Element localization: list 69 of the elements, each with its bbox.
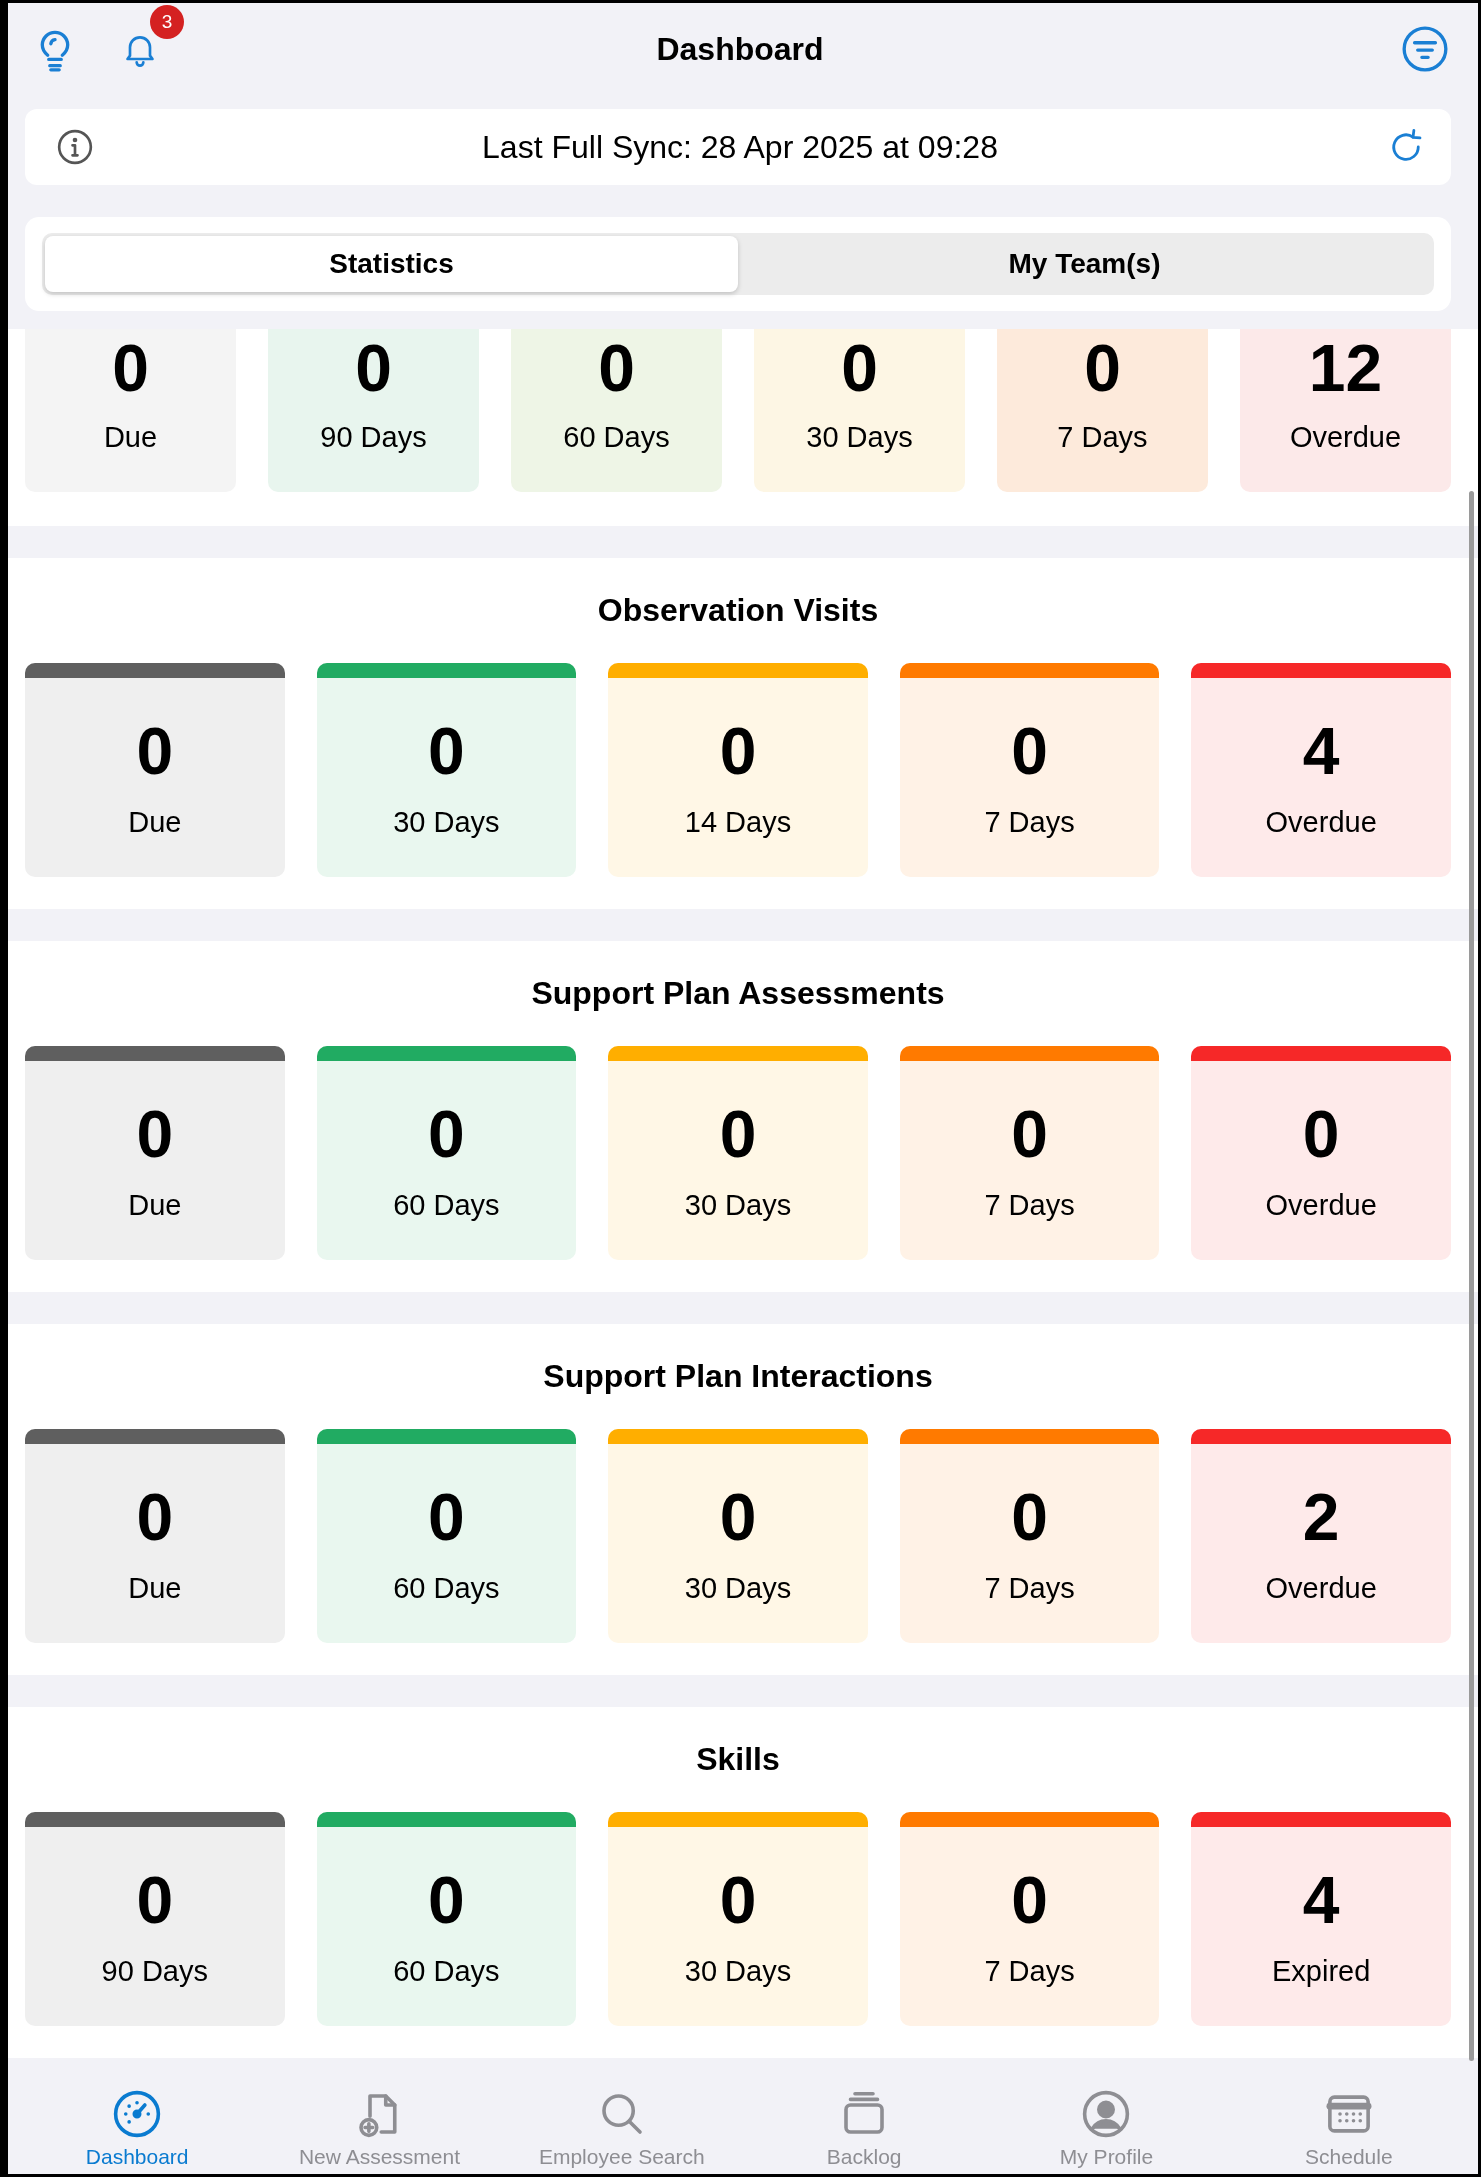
count-value: 0: [841, 331, 878, 405]
count-value: 0: [355, 331, 392, 405]
section-title: Support Plan Interactions: [542, 1357, 934, 1396]
count-label: Overdue: [1265, 806, 1377, 839]
count-label: 7 Days: [984, 1189, 1075, 1222]
count-value: 4: [1302, 1863, 1340, 1937]
count-label: 60 Days: [563, 421, 670, 454]
count-value: 0: [719, 1863, 757, 1937]
count-value: 0: [598, 331, 635, 405]
count-label: 7 Days: [984, 806, 1075, 839]
count-label: Due: [128, 1572, 182, 1605]
count-label: Overdue: [1265, 1189, 1377, 1222]
count-label: 7 Days: [984, 1955, 1075, 1988]
info-icon[interactable]: [55, 127, 95, 167]
page-title: Dashboard: [656, 30, 824, 68]
count-value: 0: [136, 1480, 174, 1554]
count-label: 14 Days: [684, 806, 792, 839]
count-label: Due: [128, 806, 182, 839]
count-value: 0: [428, 1097, 465, 1171]
count-label: 30 Days: [684, 1955, 792, 1988]
count-value: 0: [136, 1863, 174, 1937]
section-title: Observation Visits: [596, 591, 880, 630]
count-label: 30 Days: [684, 1572, 792, 1605]
section-title: Skills: [695, 1740, 781, 1779]
count-value: 2: [1302, 1480, 1340, 1554]
tab-bar-item[interactable]: Employee Search: [500, 2058, 743, 2174]
count-value: 0: [1084, 331, 1121, 405]
count-value: 0: [112, 331, 149, 405]
count-label: 90 Days: [101, 1955, 208, 1988]
segment-tab[interactable]: Statistics: [45, 236, 738, 292]
filter-icon[interactable]: [1400, 24, 1450, 74]
count-value: 0: [428, 714, 465, 788]
tab-bar-item[interactable]: New Assessment: [258, 2058, 501, 2174]
tab-bar-item[interactable]: My Profile: [985, 2058, 1228, 2174]
count-label: 30 Days: [684, 1189, 792, 1222]
notification-badge: 3: [150, 5, 184, 39]
section-title: Support Plan Assessments: [530, 974, 946, 1013]
count-label: 60 Days: [393, 1955, 500, 1988]
tab-bar-item[interactable]: Backlog: [743, 2058, 986, 2174]
count-value: 0: [1011, 1863, 1048, 1937]
count-value: 0: [719, 1097, 757, 1171]
count-label: 60 Days: [393, 1572, 500, 1605]
segment-tab[interactable]: My Team(s): [738, 236, 1431, 292]
count-label: 7 Days: [1057, 421, 1148, 454]
count-label: Overdue: [1265, 1572, 1377, 1605]
count-value: 12: [1308, 331, 1383, 405]
count-value: 0: [1011, 1097, 1048, 1171]
count-value: 0: [428, 1480, 465, 1554]
count-value: 0: [1011, 1480, 1048, 1554]
count-label: 90 Days: [320, 421, 427, 454]
count-label: Due: [128, 1189, 182, 1222]
count-label: 30 Days: [393, 806, 500, 839]
count-value: 0: [136, 1097, 174, 1171]
tab-bar-item[interactable]: Schedule: [1227, 2058, 1470, 2174]
count-value: 0: [136, 714, 174, 788]
count-label: 7 Days: [984, 1572, 1075, 1605]
count-label: 30 Days: [806, 421, 913, 454]
sync-status-text: Last Full Sync: 28 Apr 2025 at 09:28: [481, 128, 999, 166]
count-value: 0: [719, 714, 757, 788]
tab-bar-item[interactable]: Dashboard: [16, 2058, 259, 2174]
count-label: Expired: [1272, 1955, 1371, 1988]
count-value: 0: [1011, 714, 1048, 788]
count-value: 4: [1302, 714, 1340, 788]
count-label: Overdue: [1289, 421, 1402, 454]
count-label: 60 Days: [393, 1189, 500, 1222]
count-value: 0: [1302, 1097, 1340, 1171]
count-value: 0: [719, 1480, 757, 1554]
count-value: 0: [428, 1863, 465, 1937]
count-label: Due: [103, 421, 158, 454]
